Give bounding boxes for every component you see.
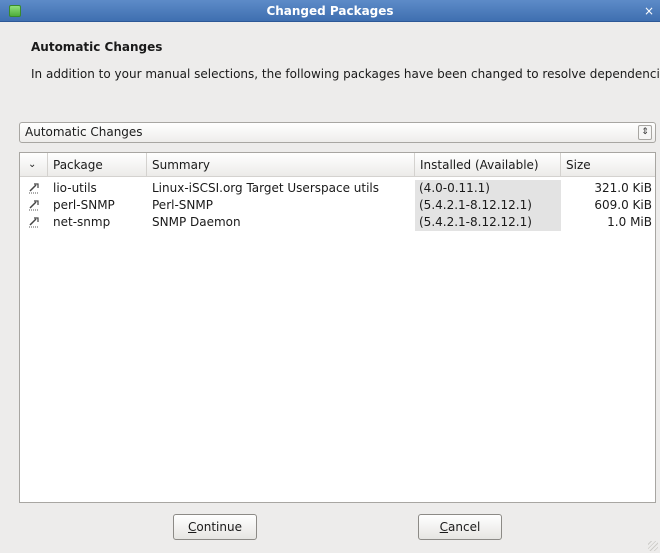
combo-arrows-icon: ⇕ — [638, 125, 652, 140]
cancel-label-rest: ancel — [448, 520, 481, 534]
package-installed-version: (4.0-0.11.1) — [415, 180, 561, 197]
package-size: 321.0 KiB — [594, 181, 652, 195]
column-header-status[interactable]: ⌄ — [20, 153, 48, 177]
column-header-installed[interactable]: Installed (Available) — [415, 153, 561, 177]
package-installed-version: (5.4.2.1-8.12.12.1) — [415, 214, 561, 231]
title-bar: Changed Packages × — [0, 0, 660, 22]
column-header-size[interactable]: Size — [561, 153, 655, 177]
package-summary: Perl-SNMP — [152, 198, 213, 212]
package-list[interactable]: ⌄ Package Summary Installed (Available) … — [19, 152, 656, 503]
package-size: 1.0 MiB — [607, 215, 652, 229]
list-header: ⌄ Package Summary Installed (Available) … — [20, 153, 655, 177]
column-header-summary[interactable]: Summary — [147, 153, 415, 177]
package-name: perl-SNMP — [53, 198, 115, 212]
changes-filter-select[interactable]: Automatic Changes ⇕ — [19, 122, 656, 143]
update-package-icon — [29, 200, 39, 211]
update-package-icon — [29, 217, 39, 228]
window-title: Changed Packages — [266, 4, 394, 18]
resize-grip[interactable] — [648, 541, 658, 551]
continue-label-rest: ontinue — [196, 520, 242, 534]
package-summary: Linux-iSCSI.org Target Userspace utils — [152, 181, 379, 195]
cancel-button[interactable]: Cancel — [418, 514, 502, 540]
table-row[interactable]: lio-utils Linux-iSCSI.org Target Userspa… — [20, 180, 655, 197]
table-row[interactable]: net-snmp SNMP Daemon (5.4.2.1-8.12.12.1)… — [20, 214, 655, 231]
table-row[interactable]: perl-SNMP Perl-SNMP (5.4.2.1-8.12.12.1) … — [20, 197, 655, 214]
package-name: lio-utils — [53, 181, 97, 195]
close-icon[interactable]: × — [642, 0, 656, 22]
update-package-icon — [29, 183, 39, 194]
package-summary: SNMP Daemon — [152, 215, 241, 229]
column-header-package[interactable]: Package — [48, 153, 147, 177]
section-heading: Automatic Changes — [31, 40, 163, 54]
cancel-mnemonic: C — [439, 520, 449, 534]
package-installed-version: (5.4.2.1-8.12.12.1) — [415, 197, 561, 214]
description-text: In addition to your manual selections, t… — [31, 67, 660, 81]
combo-selected-value: Automatic Changes — [25, 125, 143, 139]
sort-chevron-icon: ⌄ — [28, 159, 37, 170]
continue-button[interactable]: Continue — [173, 514, 257, 540]
package-name: net-snmp — [53, 215, 111, 229]
package-size: 609.0 KiB — [594, 198, 652, 212]
